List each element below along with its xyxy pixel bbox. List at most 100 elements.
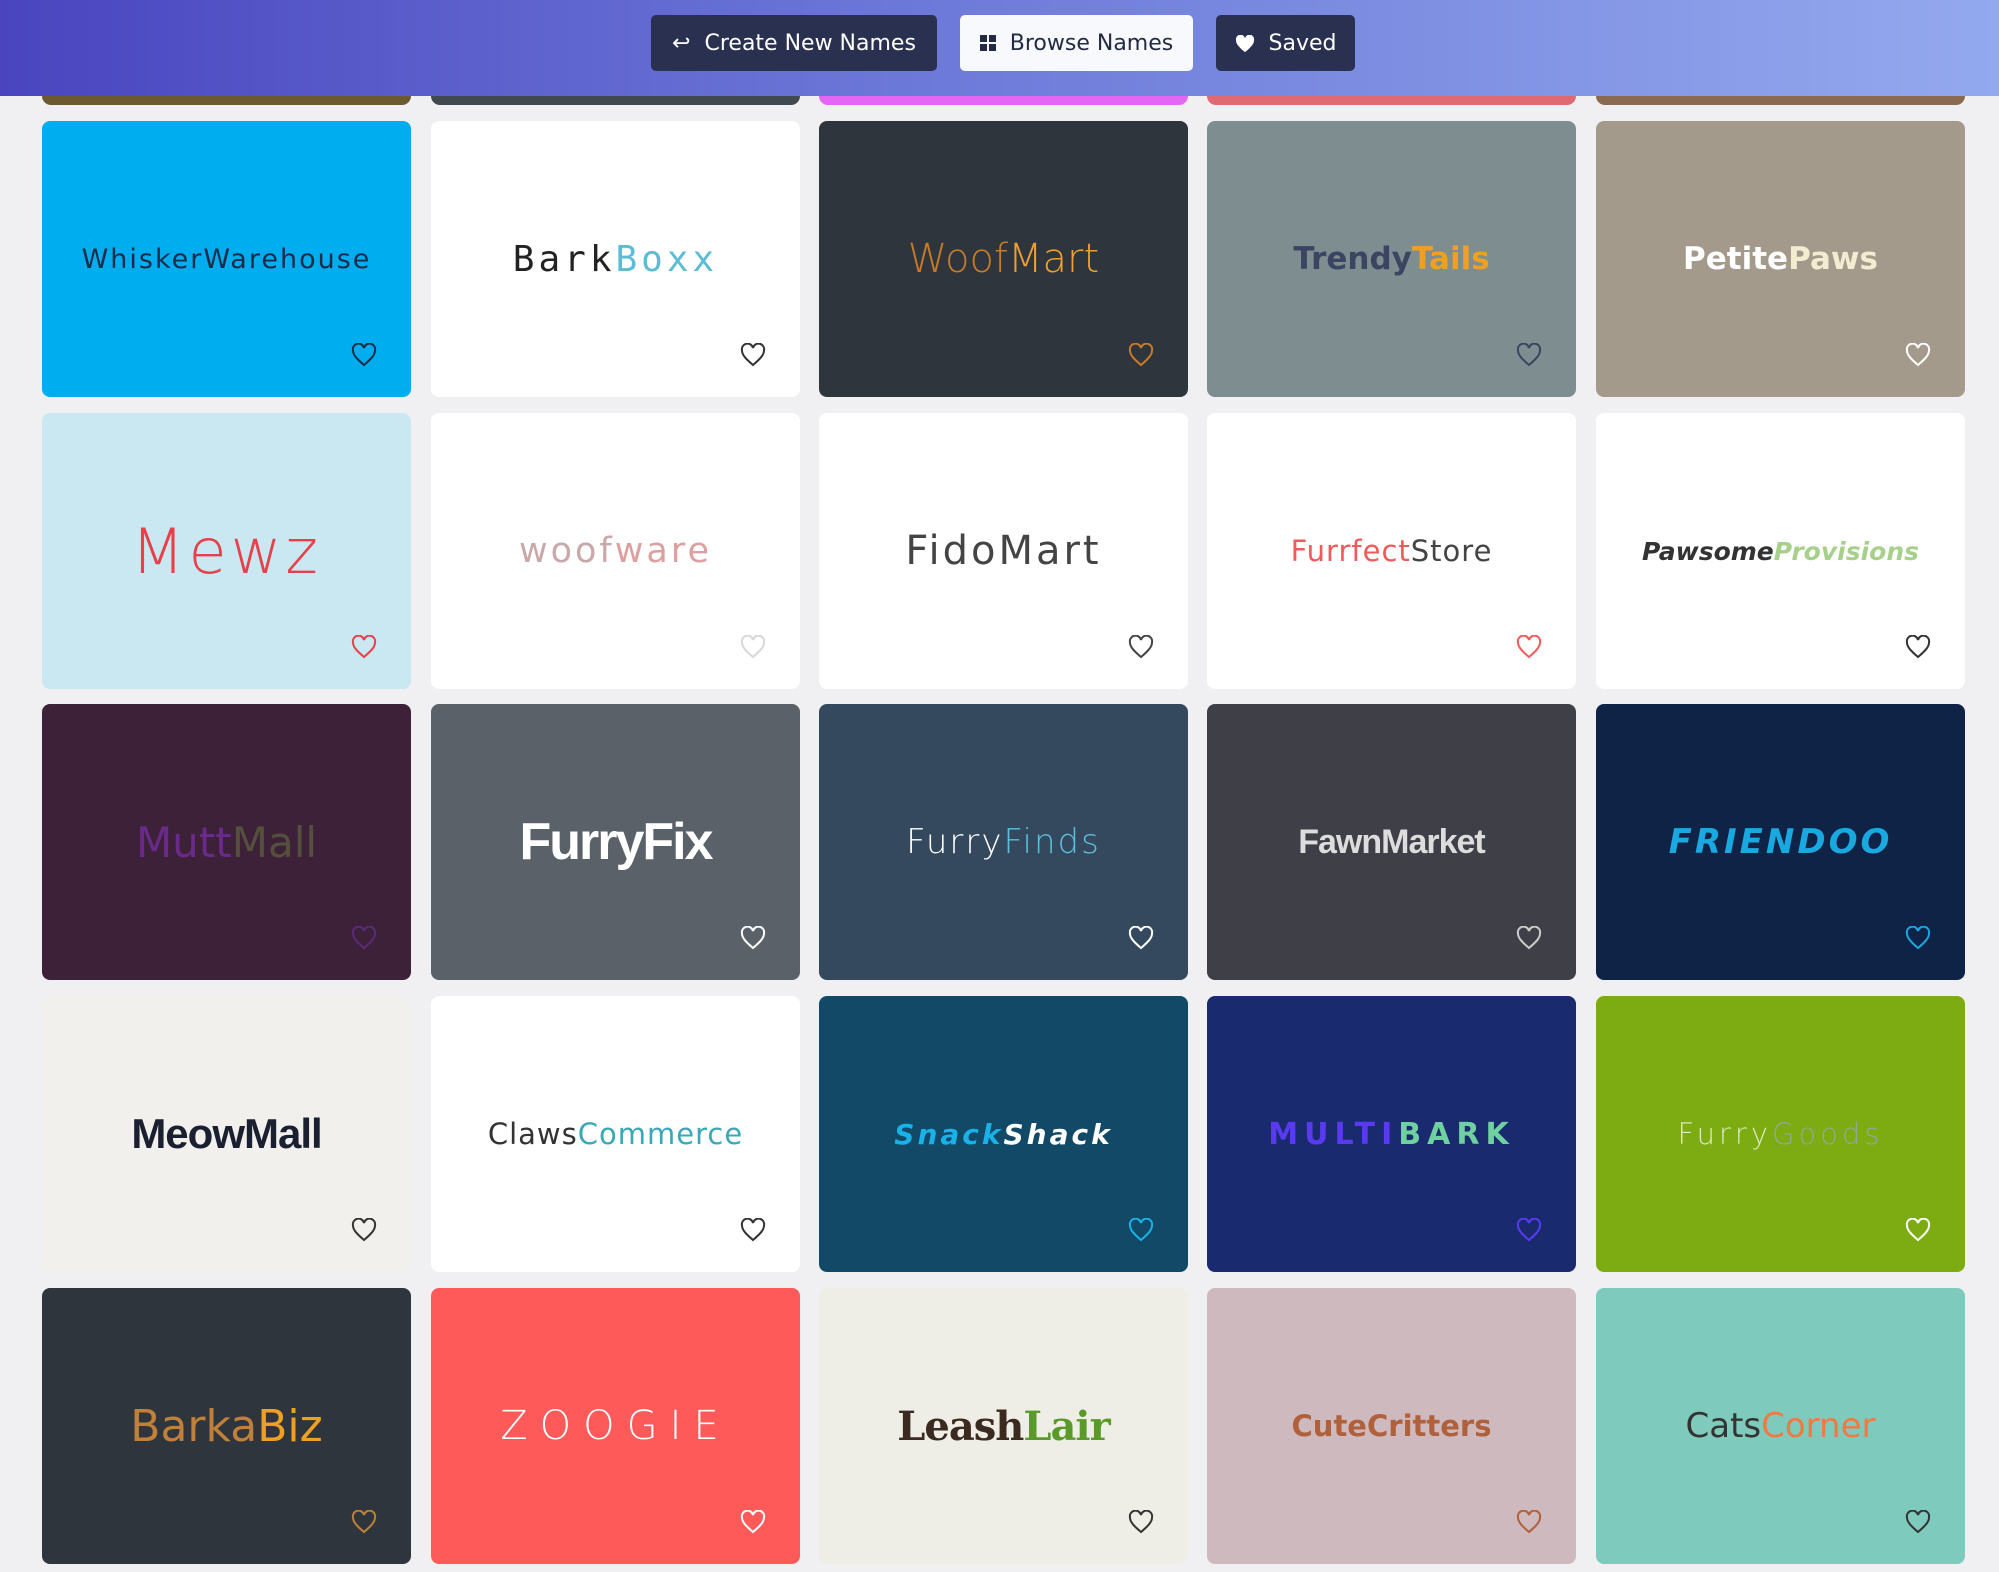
name-card[interactable]: Pawsome Provisions — [1596, 413, 1965, 689]
name-card[interactable]: Cats Corner — [1596, 1288, 1965, 1564]
heart-icon[interactable] — [1516, 343, 1542, 367]
brand-name-part2: BARK — [1398, 1116, 1515, 1152]
brand-name-part1: WhiskerWarehouse — [81, 243, 372, 275]
heart-icon[interactable] — [1516, 1510, 1542, 1534]
heart-icon[interactable] — [740, 1510, 766, 1534]
heart-icon[interactable] — [351, 1510, 377, 1534]
create-new-names-button[interactable]: ↩ Create New Names — [651, 15, 937, 71]
saved-button[interactable]: Saved — [1216, 15, 1355, 71]
name-card[interactable]: Barka Biz — [42, 1288, 411, 1564]
name-card[interactable]: Claws Commerce — [431, 996, 800, 1272]
name-card[interactable]: ZOOGIE — [431, 1288, 800, 1564]
brand-name-part1: FidoMart — [905, 528, 1102, 574]
name-card[interactable]: WhiskerWarehouse — [42, 121, 411, 397]
name-card[interactable]: Woof Mart — [819, 121, 1188, 397]
brand-name-part2: ware — [614, 531, 712, 571]
heart-icon[interactable] — [740, 635, 766, 659]
brand-name-part2: Biz — [257, 1400, 323, 1452]
name-card[interactable]: Furrfect Store — [1207, 413, 1576, 689]
brand-name-part1: Mutt — [135, 817, 232, 867]
brand-name-part2: Commerce — [577, 1117, 744, 1151]
name-card[interactable]: MeowMall — [42, 996, 411, 1272]
name-card[interactable]: Furry Finds — [819, 704, 1188, 980]
heart-icon[interactable] — [740, 1218, 766, 1242]
brand-name-part1: Trendy — [1293, 241, 1412, 277]
heart-icon[interactable] — [1516, 1218, 1542, 1242]
brand-name-part1: Cats — [1685, 1406, 1762, 1446]
brand-name-part1: FawnMarket — [1298, 822, 1485, 861]
top-nav-bar: ↩ Create New Names Browse Names Saved — [0, 0, 1999, 96]
name-card[interactable]: FRIENDOO — [1596, 704, 1965, 980]
name-card[interactable]: Leash Lair — [819, 1288, 1188, 1564]
brand-name-part1: Woof — [907, 236, 1009, 282]
heart-icon[interactable] — [1905, 1218, 1931, 1242]
brand-name-part1: MeowMall — [131, 1110, 322, 1157]
brand-name-part2: Paws — [1788, 241, 1878, 277]
name-card[interactable]: Furry Goods — [1596, 996, 1965, 1272]
brand-name-part1: ZOOGIE — [500, 1403, 731, 1449]
heart-icon[interactable] — [351, 635, 377, 659]
heart-icon[interactable] — [1516, 926, 1542, 950]
browse-names-button[interactable]: Browse Names — [960, 15, 1193, 71]
brand-name-part1: FRIENDOO — [1668, 822, 1893, 862]
heart-icon[interactable] — [1516, 635, 1542, 659]
heart-icon[interactable] — [1905, 635, 1931, 659]
heart-filled-icon — [1235, 34, 1255, 53]
return-arrow-icon: ↩ — [672, 30, 691, 56]
name-card[interactable]: MULTI BARK — [1207, 996, 1576, 1272]
brand-name-part1: Pawsome — [1642, 536, 1774, 566]
heart-icon[interactable] — [1905, 926, 1931, 950]
brand-name-part1: woof — [518, 531, 615, 571]
heart-icon[interactable] — [740, 343, 766, 367]
name-card[interactable]: Bark Boxx — [431, 121, 800, 397]
brand-name-part1: FurryFix — [519, 813, 713, 871]
name-card[interactable]: FidoMart — [819, 413, 1188, 689]
brand-name-part2: Store — [1410, 534, 1493, 568]
name-card[interactable]: Petite Paws — [1596, 121, 1965, 397]
brand-name-part1: Bark — [512, 238, 616, 280]
browse-names-label: Browse Names — [1009, 30, 1174, 56]
brand-name-part2: Lair — [1023, 1402, 1110, 1450]
heart-icon[interactable] — [1905, 1510, 1931, 1534]
heart-icon[interactable] — [1128, 1510, 1154, 1534]
heart-icon[interactable] — [1128, 635, 1154, 659]
heart-icon[interactable] — [351, 1218, 377, 1242]
name-card[interactable]: Snack Shack — [819, 996, 1188, 1272]
brand-name-part1: Snack — [894, 1117, 1004, 1151]
brand-name-part1: Leash — [897, 1402, 1024, 1450]
heart-icon[interactable] — [1128, 926, 1154, 950]
brand-name-part1: Petite — [1683, 241, 1789, 277]
grid-icon — [979, 35, 996, 51]
brand-name-part1: Mewz — [131, 514, 322, 588]
heart-icon[interactable] — [1128, 343, 1154, 367]
brand-name-part1: Furrfect — [1290, 534, 1411, 568]
brand-name-part1: Furry — [1677, 1117, 1772, 1151]
brand-name-part2: Mart — [1008, 236, 1100, 282]
name-card[interactable]: FawnMarket — [1207, 704, 1576, 980]
heart-icon[interactable] — [1905, 343, 1931, 367]
brand-name-part2: Finds — [1003, 822, 1101, 862]
name-card[interactable]: Trendy Tails — [1207, 121, 1576, 397]
brand-name-part2: Provisions — [1773, 536, 1919, 566]
heart-icon[interactable] — [740, 926, 766, 950]
brand-name-part2: Boxx — [615, 238, 719, 280]
brand-name-part1: Cute — [1291, 1409, 1367, 1443]
name-card[interactable]: FurryFix — [431, 704, 800, 980]
brand-name-part2: Critters — [1366, 1409, 1492, 1443]
name-card[interactable]: Cute Critters — [1207, 1288, 1576, 1564]
brand-name-part2: Goods — [1772, 1117, 1884, 1151]
name-card[interactable]: woof ware — [431, 413, 800, 689]
name-card[interactable]: Mutt Mall — [42, 704, 411, 980]
brand-name-part1: MULTI — [1268, 1116, 1399, 1152]
brand-name-part2: Tails — [1411, 241, 1490, 277]
brand-name-part1: Claws — [487, 1117, 578, 1151]
heart-icon[interactable] — [351, 343, 377, 367]
brand-name-part1: Furry — [906, 822, 1004, 862]
name-card[interactable]: Mewz — [42, 413, 411, 689]
heart-icon[interactable] — [351, 926, 377, 950]
heart-icon[interactable] — [1128, 1218, 1154, 1242]
brand-name-part2: Shack — [1003, 1117, 1113, 1151]
create-new-names-label: Create New Names — [704, 30, 916, 56]
brand-name-part2: Corner — [1761, 1406, 1876, 1446]
brand-name-part1: Barka — [130, 1400, 258, 1452]
